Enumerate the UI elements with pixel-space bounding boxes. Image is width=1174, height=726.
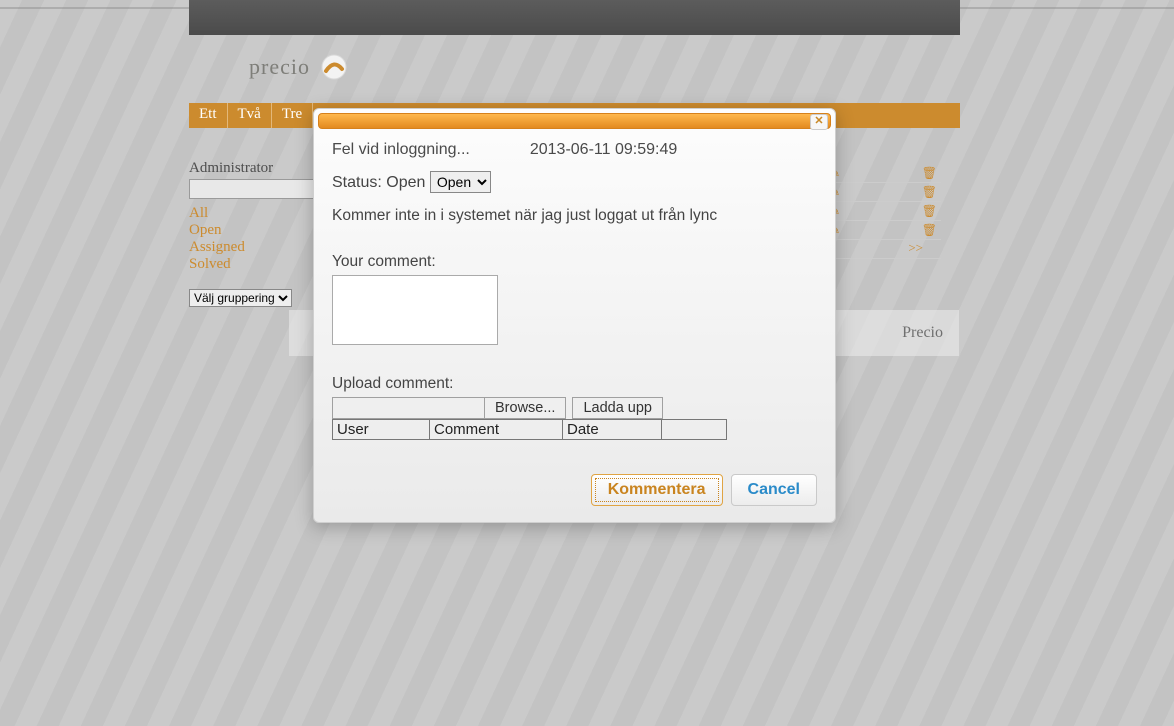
trash-icon[interactable]: 🗑 [922,204,937,218]
cancel-button[interactable]: Cancel [731,474,817,506]
dialog-button-row: Kommentera Cancel [591,474,817,506]
ticket-dialog: ✕ Fel vid inloggning... 2013-06-11 09:59… [313,108,836,523]
table-row: ✎ 🗑 [828,202,941,221]
footer-brand: Precio [902,324,943,342]
nav-item-ett[interactable]: Ett [189,103,228,128]
comment-label: Your comment: [332,253,817,271]
grouping-select[interactable]: Välj gruppering [189,289,292,307]
filter-list: All Open Assigned Solved [189,205,319,273]
trash-icon[interactable]: 🗑 [922,166,937,180]
trash-icon[interactable]: 🗑 [922,223,937,237]
upload-row: Browse... Ladda upp [332,397,817,419]
search-input[interactable] [189,179,323,199]
admin-label: Administrator [189,160,319,177]
filter-assigned[interactable]: Assigned [189,239,319,256]
dialog-description: Kommer inte in i systemet när jag just l… [332,207,817,225]
status-line: Status: Open Open [332,171,817,193]
sidebar: Administrator All Open Assigned Solved V… [189,160,319,307]
th-user: User [333,420,430,440]
logo-row: precio [189,35,960,103]
status-value: Open [386,174,425,191]
comment-textarea[interactable] [332,275,498,345]
ticket-rows-icons: ✎ 🗑 ✎ 🗑 ✎ 🗑 ✎ 🗑 >> [828,164,941,259]
dialog-timestamp: 2013-06-11 09:59:49 [530,141,677,159]
filter-solved[interactable]: Solved [189,256,319,273]
dialog-body: Fel vid inloggning... 2013-06-11 09:59:4… [314,129,835,440]
browse-button[interactable]: Browse... [485,397,566,419]
table-row: ✎ 🗑 [828,164,941,183]
submit-button[interactable]: Kommentera [591,474,723,506]
close-icon[interactable]: ✕ [810,114,828,130]
brand-name: precio [249,54,310,80]
brand-swirl-icon [320,53,348,81]
upload-button[interactable]: Ladda upp [572,397,663,419]
pager-next[interactable]: >> [828,240,941,259]
table-row: ✎ 🗑 [828,183,941,202]
status-label: Status: [332,174,382,191]
file-path-display [332,397,485,419]
trash-icon[interactable]: 🗑 [922,185,937,199]
nav-item-tva[interactable]: Två [228,103,272,128]
dialog-title: Fel vid inloggning... [332,141,470,159]
dialog-titlebar[interactable]: ✕ [318,113,831,129]
status-select[interactable]: Open [430,171,491,193]
comments-table: User Comment Date [332,419,727,440]
upload-label: Upload comment: [332,375,817,393]
filter-open[interactable]: Open [189,222,319,239]
th-empty [662,420,727,440]
th-comment: Comment [430,420,563,440]
nav-item-tre[interactable]: Tre [272,103,313,128]
header-bar [189,0,960,35]
filter-all[interactable]: All [189,205,319,222]
table-row: ✎ 🗑 [828,221,941,240]
th-date: Date [563,420,662,440]
